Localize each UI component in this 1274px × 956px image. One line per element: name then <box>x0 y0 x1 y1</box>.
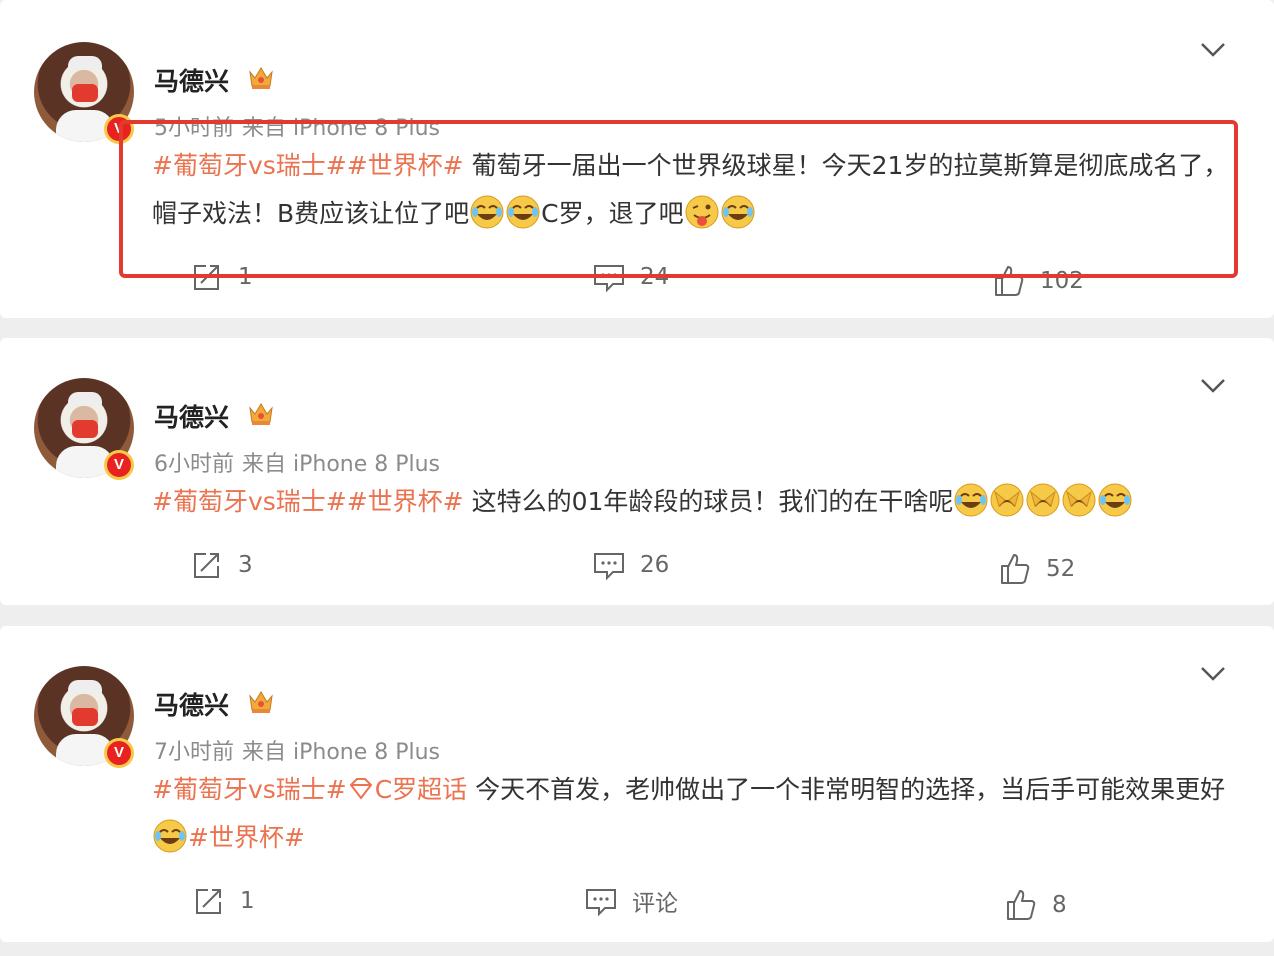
post-text: #葡萄牙vs瑞士##世界杯# 葡萄牙一届出一个世界级球星！今天21岁的拉莫斯算是… <box>152 142 1232 238</box>
like-count: 8 <box>1052 892 1067 918</box>
facepalm-emoji-icon <box>1025 482 1061 518</box>
like-button[interactable]: 102 <box>992 264 1084 298</box>
post-text: #葡萄牙vs瑞士##世界杯# 这特么的01年龄段的球员！我们的在干啥呢 <box>152 478 1232 526</box>
topic-tag[interactable]: #世界杯# <box>347 487 464 516</box>
thumbs-up-icon <box>992 264 1026 298</box>
repost-icon <box>190 260 224 294</box>
post-source: 来自 iPhone 8 Plus <box>242 452 441 477</box>
repost-icon <box>192 884 226 918</box>
verified-badge-icon: V <box>104 450 134 480</box>
repost-icon <box>190 548 224 582</box>
comment-button[interactable]: 26 <box>592 548 669 582</box>
comment-button[interactable]: 评论 <box>584 884 678 918</box>
diamond-icon <box>347 777 375 801</box>
post-source: 来自 iPhone 8 Plus <box>242 740 441 765</box>
comment-icon <box>592 260 626 294</box>
topic-tag[interactable]: #葡萄牙vs瑞士# <box>152 775 347 804</box>
laugh-cry-emoji-icon <box>953 482 989 518</box>
chevron-down-icon[interactable] <box>1200 666 1226 682</box>
repost-button[interactable]: 3 <box>190 548 253 582</box>
post-time[interactable]: 7小时前 <box>154 740 234 765</box>
crown-icon <box>247 64 275 90</box>
comment-icon <box>592 548 626 582</box>
comment-icon <box>584 884 618 918</box>
supertopic-link[interactable]: C罗超话 <box>375 775 467 804</box>
comment-label: 评论 <box>632 891 678 917</box>
thumbs-up-icon <box>1004 888 1038 922</box>
weibo-post: V 马德兴 5小时前 来自 iPhone 8 Plus #葡萄牙vs瑞士##世界杯… <box>0 0 1274 318</box>
verified-badge-icon: V <box>104 114 134 144</box>
facepalm-emoji-icon <box>1061 482 1097 518</box>
weibo-post: V 马德兴 6小时前 来自 iPhone 8 Plus #葡萄牙vs瑞士##世界杯… <box>0 338 1274 605</box>
comment-button[interactable]: 24 <box>592 260 669 294</box>
topic-tag[interactable]: #世界杯# <box>188 823 305 852</box>
author-name[interactable]: 马德兴 <box>154 398 229 434</box>
post-text: #葡萄牙vs瑞士# C罗超话 今天不首发，老帅做出了一个非常明智的选择，当后手可能… <box>152 766 1232 862</box>
author-name[interactable]: 马德兴 <box>154 686 229 722</box>
post-meta: 6小时前 来自 iPhone 8 Plus <box>154 446 440 478</box>
crown-icon <box>247 688 275 714</box>
laugh-cry-emoji-icon <box>469 194 505 230</box>
post-meta: 7小时前 来自 iPhone 8 Plus <box>154 734 440 766</box>
like-button[interactable]: 8 <box>1004 888 1067 922</box>
post-time[interactable]: 6小时前 <box>154 452 234 477</box>
chevron-down-icon[interactable] <box>1200 378 1226 394</box>
weibo-post: V 马德兴 7小时前 来自 iPhone 8 Plus #葡萄牙vs瑞士# C罗超话… <box>0 626 1274 942</box>
topic-tag[interactable]: #葡萄牙vs瑞士# <box>152 487 347 516</box>
laugh-cry-emoji-icon <box>720 194 756 230</box>
like-count: 102 <box>1040 268 1084 294</box>
topic-tag[interactable]: #世界杯# <box>347 151 464 180</box>
post-body: 今天不首发，老帅做出了一个非常明智的选择，当后手可能效果更好 <box>467 775 1226 804</box>
laugh-cry-emoji-icon <box>152 818 188 854</box>
facepalm-emoji-icon <box>989 482 1025 518</box>
comment-count: 24 <box>640 264 670 290</box>
post-time[interactable]: 5小时前 <box>154 116 234 141</box>
repost-count: 3 <box>238 552 253 578</box>
post-body: C罗，退了吧 <box>541 199 684 228</box>
comment-count: 26 <box>640 552 670 578</box>
post-meta: 5小时前 来自 iPhone 8 Plus <box>154 110 440 142</box>
repost-button[interactable]: 1 <box>190 260 253 294</box>
post-source: 来自 iPhone 8 Plus <box>242 116 441 141</box>
crown-icon <box>247 400 275 426</box>
topic-tag[interactable]: #葡萄牙vs瑞士# <box>152 151 347 180</box>
laugh-cry-emoji-icon <box>505 194 541 230</box>
like-count: 52 <box>1046 556 1076 582</box>
laugh-cry-emoji-icon <box>1097 482 1133 518</box>
author-name[interactable]: 马德兴 <box>154 62 229 98</box>
post-body: 这特么的01年龄段的球员！我们的在干啥呢 <box>463 487 954 516</box>
chevron-down-icon[interactable] <box>1200 42 1226 58</box>
repost-count: 1 <box>240 888 255 914</box>
thumbs-up-icon <box>998 552 1032 586</box>
verified-badge-icon: V <box>104 738 134 768</box>
like-button[interactable]: 52 <box>998 552 1075 586</box>
tongue-emoji-icon <box>684 194 720 230</box>
repost-count: 1 <box>238 264 253 290</box>
repost-button[interactable]: 1 <box>192 884 255 918</box>
